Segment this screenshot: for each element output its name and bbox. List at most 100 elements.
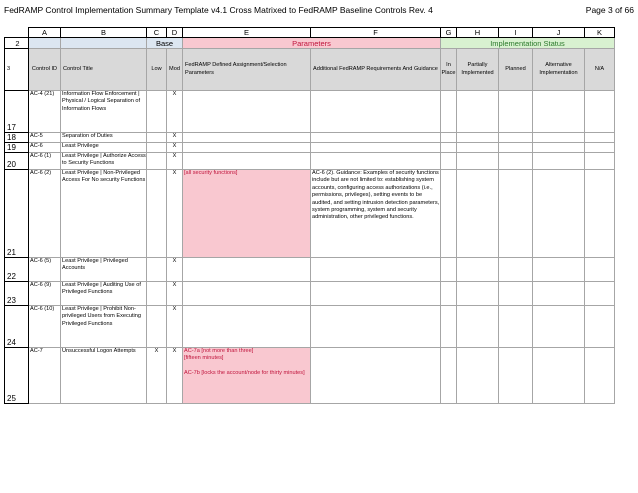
document-title: FedRAMP Control Implementation Summary T…	[4, 5, 433, 15]
partially-implemented-header: Partially Implemented	[456, 48, 499, 91]
row-number: 3	[4, 48, 29, 91]
row-number: 25	[4, 347, 29, 404]
control-title: Separation of Duties	[60, 132, 147, 143]
additional-guidance	[310, 142, 441, 153]
base-group-header: Base	[146, 37, 183, 49]
table-row: 20 AC-6 (1) Least Privilege | Authorize …	[4, 152, 615, 170]
col-letter-d: D	[166, 27, 183, 38]
param-line: AC-7b [locks the account/node for thirty…	[184, 370, 305, 377]
table-row: 21 AC-6 (2) Least Privilege | Non-Privil…	[4, 169, 615, 258]
control-id: AC-6 (10)	[28, 305, 61, 348]
alternative-implementation-header: Alternative Implementation	[532, 48, 585, 91]
param-line	[184, 363, 310, 370]
low-mark	[146, 281, 167, 306]
fedramp-params	[182, 281, 311, 306]
row-number: 20	[4, 152, 29, 170]
fedramp-params: AC-7a [not more than three] [fifteen min…	[182, 347, 311, 404]
low-mark	[146, 257, 167, 282]
col-letter-f: F	[310, 27, 441, 38]
control-title-header: Control Title	[60, 48, 147, 91]
table-row: 18 AC-5 Separation of Duties X	[4, 132, 615, 143]
control-title: Least Privilege	[60, 142, 147, 153]
fedramp-params	[182, 142, 311, 153]
additional-guidance	[310, 132, 441, 143]
col-letter-b: B	[60, 27, 147, 38]
group-header-row: 2 Base Parameters Implementation Status	[4, 37, 615, 49]
low-mark: X	[146, 347, 167, 404]
row-number: 2	[4, 37, 29, 49]
fedramp-params	[182, 90, 311, 133]
control-id: AC-4 (21)	[28, 90, 61, 133]
table-row: 23 AC-6 (9) Least Privilege | Auditing U…	[4, 281, 615, 306]
additional-guidance	[310, 305, 441, 348]
param-line: AC-7a [not more than three]	[184, 348, 254, 355]
control-id: AC-6 (5)	[28, 257, 61, 282]
control-title: Least Privilege | Authorize Access to Se…	[60, 152, 147, 170]
fedramp-params	[182, 132, 311, 143]
control-id: AC-6	[28, 142, 61, 153]
col-letter-j: J	[532, 27, 585, 38]
control-id: AC-6 (9)	[28, 281, 61, 306]
col-letter-e: E	[182, 27, 311, 38]
row-number: 22	[4, 257, 29, 282]
control-summary-table: A B C D E F G H I J K 2 Base Parameters …	[4, 27, 615, 404]
table-row: 25 AC-7 Unsuccessful Logon Attempts X X …	[4, 347, 615, 404]
page-number: Page 3 of 66	[585, 5, 634, 15]
table-row: 22 AC-6 (5) Least Privilege | Privileged…	[4, 257, 615, 282]
mod-mark: X	[166, 90, 183, 133]
control-title: Information Flow Enforcement | Physical …	[60, 90, 147, 133]
planned-header: Planned	[498, 48, 533, 91]
table-row: 17 AC-4 (21) Information Flow Enforcemen…	[4, 90, 615, 133]
mod-mark: X	[166, 152, 183, 170]
additional-guidance	[310, 90, 441, 133]
fedramp-params-header: FedRAMP Defined Assignment/Selection Par…	[182, 48, 311, 91]
col-letter-k: K	[584, 27, 615, 38]
low-mark	[146, 152, 167, 170]
parameters-group-header: Parameters	[182, 37, 441, 49]
control-id: AC-6 (1)	[28, 152, 61, 170]
low-mark	[146, 132, 167, 143]
row-number: 18	[4, 132, 29, 143]
low-mark	[146, 142, 167, 153]
col-letter-c: C	[146, 27, 167, 38]
control-id: AC-6 (2)	[28, 169, 61, 258]
low-mark	[146, 305, 167, 348]
control-title: Least Privilege | Non-Privileged Access …	[60, 169, 147, 258]
fedramp-params	[182, 305, 311, 348]
low-header: Low	[146, 48, 167, 91]
mod-header: Mod	[166, 48, 183, 91]
control-id: AC-7	[28, 347, 61, 404]
mod-mark: X	[166, 347, 183, 404]
column-letter-row: A B C D E F G H I J K	[5, 27, 615, 38]
column-header-row: 3 Control ID Control Title Low Mod FedRA…	[4, 48, 615, 91]
row-number: 23	[4, 281, 29, 306]
fedramp-params: [all security functions]	[182, 169, 311, 258]
mod-mark: X	[166, 169, 183, 258]
control-id-header: Control ID	[28, 48, 61, 91]
low-mark	[146, 90, 167, 133]
low-mark	[146, 169, 167, 258]
additional-guidance	[310, 347, 441, 404]
row-number: 21	[4, 169, 29, 258]
additional-guidance	[310, 257, 441, 282]
control-id: AC-5	[28, 132, 61, 143]
mod-mark: X	[166, 142, 183, 153]
mod-mark: X	[166, 305, 183, 348]
mod-mark: X	[166, 257, 183, 282]
control-title: Least Privilege | Prohibit Non-privilege…	[60, 305, 147, 348]
additional-reqs-header: Additional FedRAMP Requirements And Guid…	[310, 48, 441, 91]
in-place-header: In Place	[440, 48, 457, 91]
row-number: 19	[4, 142, 29, 153]
row-number: 17	[4, 90, 29, 133]
col-letter-g: G	[440, 27, 457, 38]
mod-mark: X	[166, 132, 183, 143]
additional-guidance: AC-6 (2). Guidance: Examples of security…	[310, 169, 441, 258]
fedramp-params	[182, 152, 311, 170]
additional-guidance	[310, 152, 441, 170]
col-letter-i: I	[498, 27, 533, 38]
control-title: Least Privilege | Privileged Accounts	[60, 257, 147, 282]
na-header: N/A	[584, 48, 615, 91]
param-line: [fifteen minutes]	[184, 355, 224, 362]
control-title: Least Privilege | Auditing Use of Privil…	[60, 281, 147, 306]
mod-mark: X	[166, 281, 183, 306]
